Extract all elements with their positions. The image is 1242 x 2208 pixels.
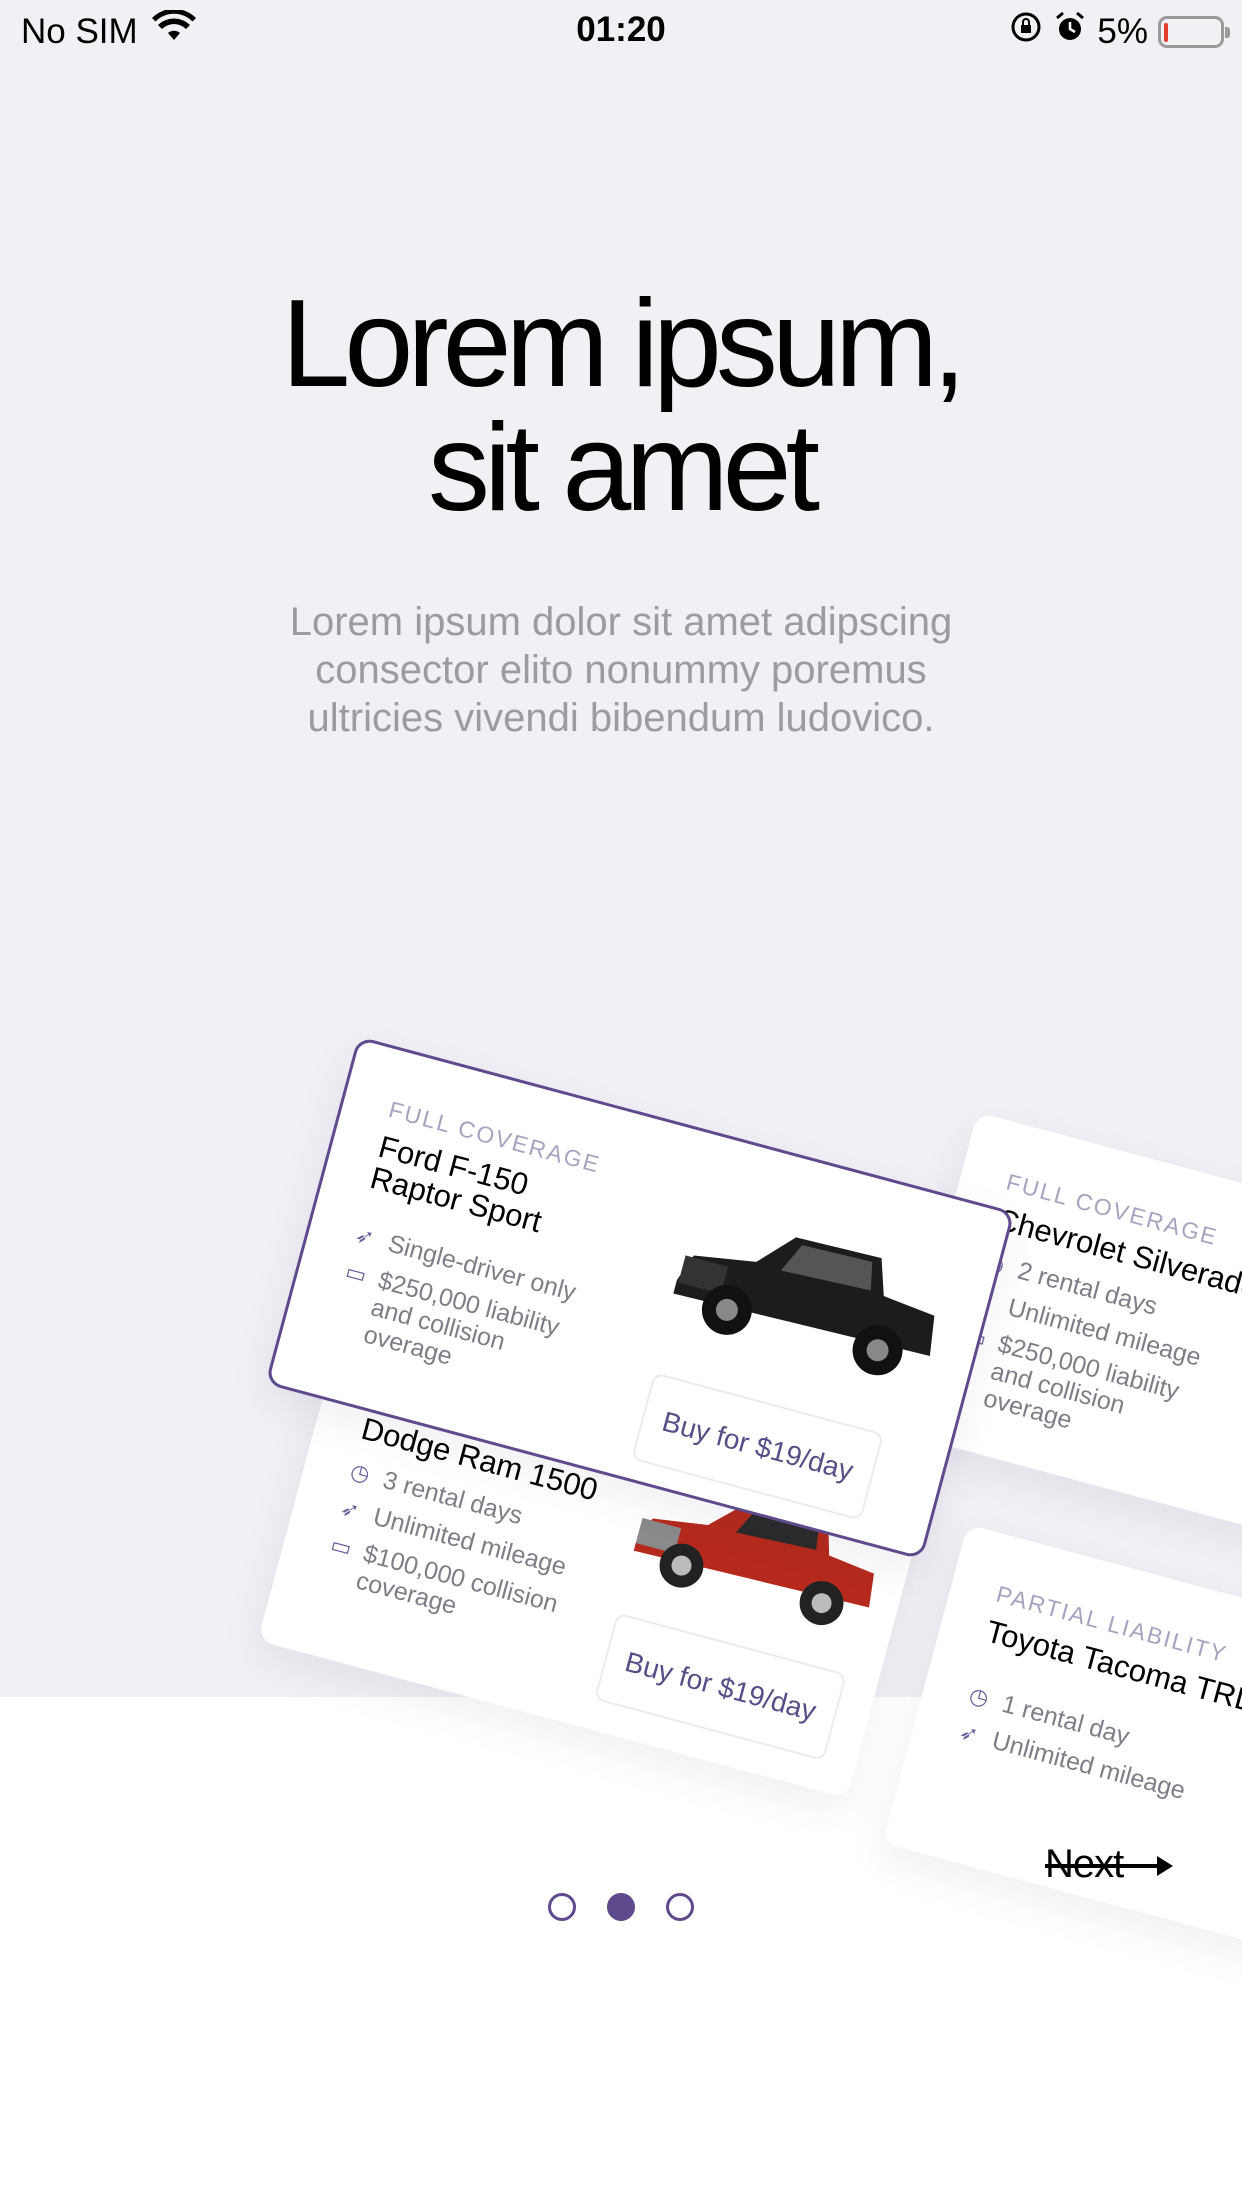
title-line-2: sit amet bbox=[427, 399, 820, 537]
battery-percent: 5% bbox=[1097, 11, 1148, 51]
arrow-right-icon bbox=[1157, 1856, 1173, 1876]
feature-list: ➶ Single-driver only ▭ $250,000 liability … bbox=[325, 1221, 601, 1413]
orientation-lock-icon bbox=[1009, 10, 1043, 53]
page-dot-3[interactable] bbox=[666, 1893, 694, 1921]
feature-list: ◷ 1 rental day ➶ Unlimited mileage bbox=[954, 1681, 1198, 1815]
navigation-arrow-icon: ➶ bbox=[956, 1718, 982, 1748]
status-bar: No SIM 01:20 5% bbox=[0, 0, 1242, 62]
clock-icon: ◷ bbox=[966, 1682, 992, 1712]
page-dot-1[interactable] bbox=[548, 1893, 576, 1921]
page-title: Lorem ipsum, sit amet bbox=[0, 282, 1242, 530]
subtitle-line-3: ultricies vivendi bibendum ludovico. bbox=[307, 696, 935, 740]
subtitle-line-2: consector elito nonummy poremus bbox=[315, 648, 927, 692]
credit-card-icon: ▭ bbox=[342, 1258, 370, 1288]
navigation-arrow-icon: ➶ bbox=[337, 1494, 363, 1524]
title-line-1: Lorem ipsum, bbox=[281, 275, 966, 413]
clock-icon: ◷ bbox=[347, 1458, 373, 1488]
subtitle-line-1: Lorem ipsum dolor sit amet adipscing bbox=[289, 600, 953, 644]
page-subtitle: Lorem ipsum dolor sit amet adipscing con… bbox=[0, 598, 1242, 742]
strikethrough-line bbox=[1045, 1864, 1165, 1868]
status-right: 5% bbox=[1009, 10, 1230, 53]
alarm-icon bbox=[1053, 10, 1087, 53]
next-button[interactable]: Next bbox=[1045, 1842, 1173, 1887]
truck-image bbox=[673, 1237, 935, 1376]
page-dot-2[interactable] bbox=[607, 1893, 635, 1921]
navigation-arrow-icon: ➶ bbox=[352, 1221, 377, 1251]
battery-icon bbox=[1158, 15, 1230, 48]
pagination-dots bbox=[0, 1893, 1242, 1921]
credit-card-icon: ▭ bbox=[328, 1531, 355, 1562]
